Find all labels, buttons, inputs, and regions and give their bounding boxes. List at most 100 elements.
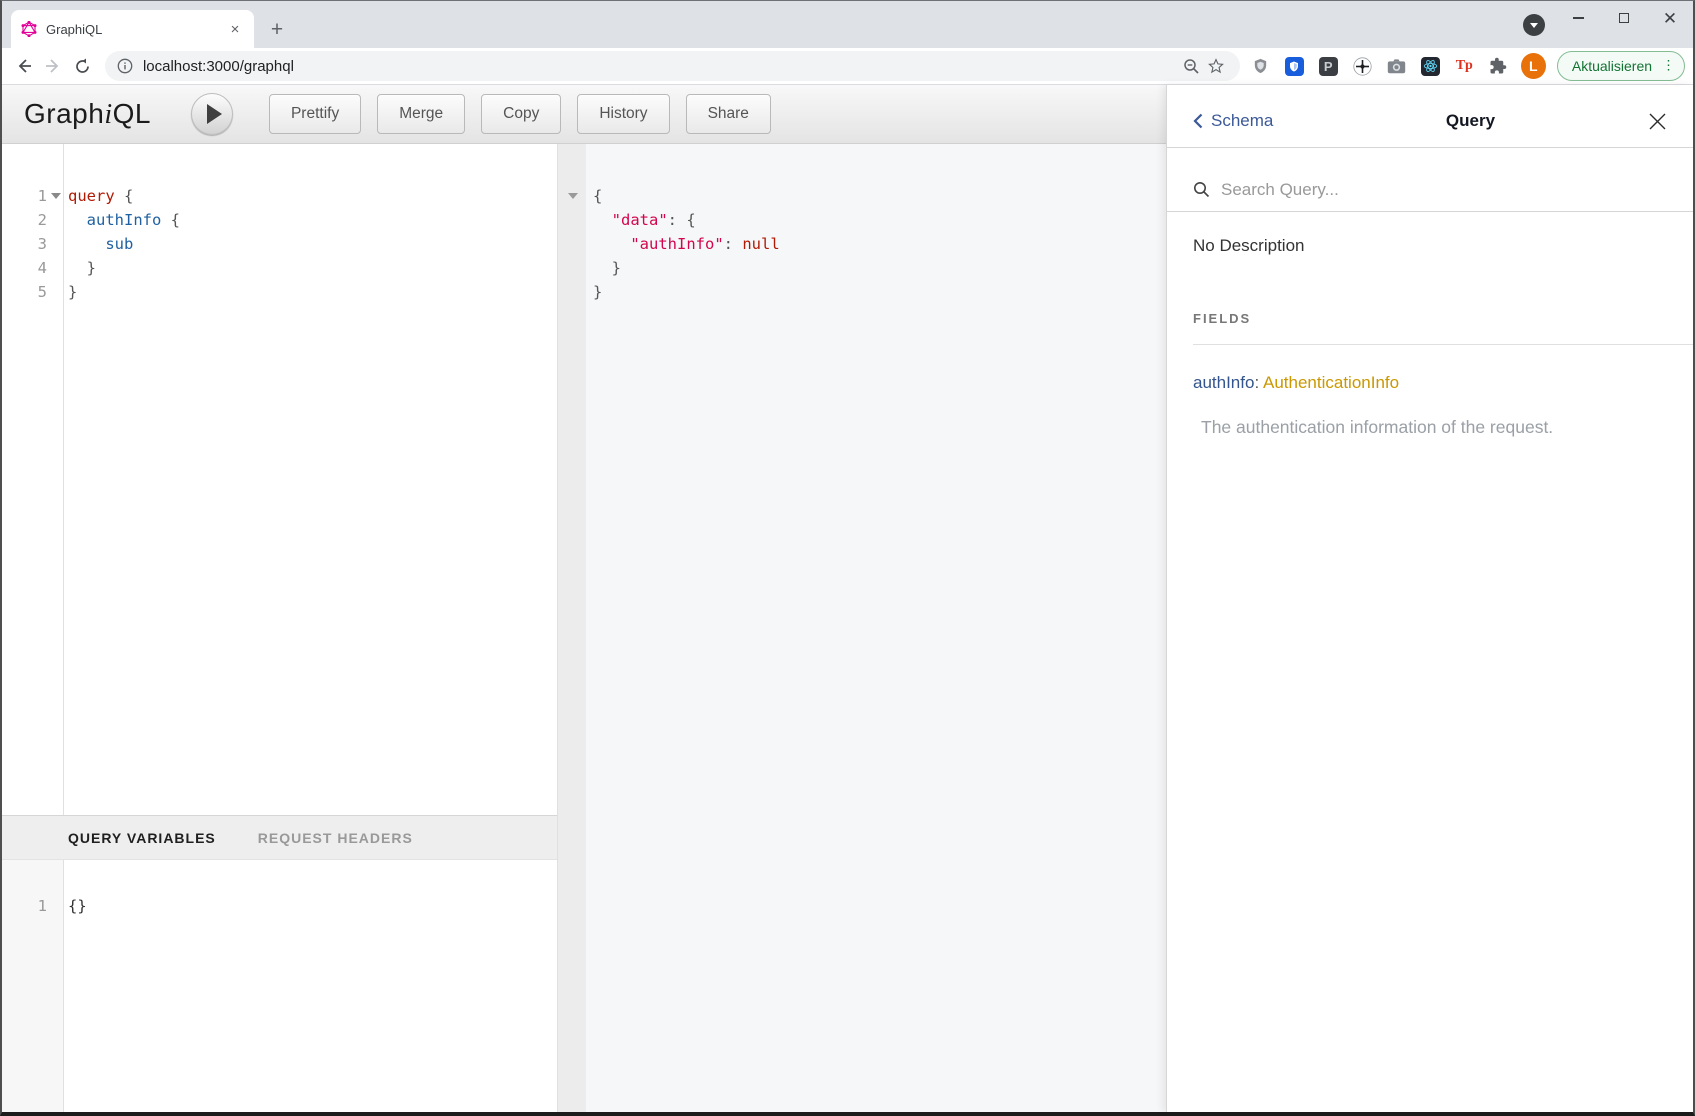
code-line: {} <box>68 894 557 918</box>
field-name-link[interactable]: authInfo <box>1193 373 1254 392</box>
shield-extension-icon[interactable] <box>1250 56 1271 77</box>
toolbar-button-prettify[interactable]: Prettify <box>269 94 361 134</box>
toolbar-button-history[interactable]: History <box>577 94 669 134</box>
close-icon <box>1648 112 1667 131</box>
fields-section: FIELDS authInfo: AuthenticationInfo The … <box>1193 311 1693 438</box>
zoom-button[interactable] <box>1180 54 1204 78</box>
query-editor[interactable]: 12345 query { authInfo { sub }} <box>2 144 557 815</box>
toolbar-button-share[interactable]: Share <box>686 94 771 134</box>
code-line: query { <box>68 184 557 208</box>
query-editor-gutter: 12345 <box>2 144 64 815</box>
result-viewer: { "data": { "authInfo": null }} <box>586 144 1166 1112</box>
doc-back-label: Schema <box>1211 111 1273 131</box>
browser-window: GraphiQL × + ✕ <box>0 0 1695 1116</box>
gutter-line <box>558 280 586 304</box>
doc-explorer-content: No Description FIELDS authInfo: Authenti… <box>1167 212 1693 1112</box>
doc-search-box[interactable] <box>1167 148 1693 212</box>
url-text[interactable]: localhost:3000/graphql <box>143 58 1180 75</box>
fold-arrow-icon[interactable] <box>568 193 578 199</box>
avatar-letter: L <box>1529 58 1538 74</box>
page-info-icon[interactable] <box>117 58 133 74</box>
doc-close-button[interactable] <box>1622 112 1667 131</box>
gutter-line <box>558 208 586 232</box>
code-line: sub <box>68 232 557 256</box>
fold-arrow-icon[interactable] <box>51 193 61 199</box>
forward-arrow-icon <box>44 57 62 75</box>
camera-extension-icon[interactable] <box>1386 56 1407 77</box>
toolbar-buttons: Prettify Merge Copy History Share <box>269 94 771 134</box>
star-icon <box>1207 57 1225 75</box>
update-chrome-label: Aktualisieren <box>1572 58 1652 74</box>
variables-editor[interactable]: 1 {} <box>2 860 557 1112</box>
doc-explorer-title-bar: Schema Query <box>1167 85 1693 148</box>
reload-button[interactable] <box>68 51 97 81</box>
update-chrome-button[interactable]: Aktualisieren ⋮ <box>1557 51 1685 81</box>
extensions-puzzle-icon[interactable] <box>1488 56 1509 77</box>
gutter-line <box>558 256 586 280</box>
minimize-icon <box>1573 17 1584 19</box>
result-pane: { "data": { "authInfo": null }} <box>558 144 1166 1112</box>
variables-editor-gutter: 1 <box>2 860 64 1112</box>
gutter-line: 5 <box>2 280 63 304</box>
type-description: No Description <box>1193 236 1693 256</box>
gutter-line: 2 <box>2 208 63 232</box>
chevron-left-icon <box>1193 113 1203 129</box>
gutter-line: 1 <box>2 184 63 208</box>
doc-title: Query <box>1319 111 1622 131</box>
extensions-row: P <box>1250 56 1509 77</box>
gutter-line: 4 <box>2 256 63 280</box>
variables-editor-code[interactable]: {} <box>64 860 557 1112</box>
gutter-line: 1 <box>2 894 63 918</box>
crosshair-extension-icon[interactable] <box>1352 56 1373 77</box>
minimize-button[interactable] <box>1555 1 1601 35</box>
toolbar-button-merge[interactable]: Merge <box>377 94 465 134</box>
forward-button[interactable] <box>39 51 68 81</box>
back-arrow-icon <box>15 57 33 75</box>
result-fold-gutter <box>558 144 586 1112</box>
reload-icon <box>74 58 91 75</box>
close-window-button[interactable]: ✕ <box>1647 1 1693 35</box>
field-description: The authentication information of the re… <box>1193 417 1693 438</box>
code-line: } <box>593 256 1166 280</box>
react-devtools-extension-icon[interactable] <box>1420 56 1441 77</box>
graphiql-topbar: GraphiQL Prettify Merge Copy History Share <box>2 85 1166 144</box>
p-extension-icon[interactable]: P <box>1318 56 1339 77</box>
browser-tab-graphiql[interactable]: GraphiQL × <box>11 10 254 48</box>
graphiql-logo: GraphiQL <box>24 98 151 131</box>
close-icon: ✕ <box>1663 10 1677 27</box>
tp-extension-icon[interactable]: Tp <box>1454 56 1475 77</box>
new-tab-button[interactable]: + <box>264 17 290 43</box>
tab-close-icon[interactable]: × <box>226 20 244 38</box>
variables-tab-request-headers[interactable]: REQUEST HEADERS <box>258 830 413 846</box>
code-line: { <box>593 184 1166 208</box>
maximize-icon <box>1619 13 1629 23</box>
doc-search-input[interactable] <box>1221 180 1624 200</box>
bookmark-button[interactable] <box>1204 54 1228 78</box>
query-editor-code[interactable]: query { authInfo { sub }} <box>64 144 557 815</box>
tab-strip: GraphiQL × + ✕ <box>2 1 1693 48</box>
gutter-line: 3 <box>2 232 63 256</box>
code-line: } <box>68 280 557 304</box>
code-line: } <box>68 256 557 280</box>
field-type-link[interactable]: AuthenticationInfo <box>1263 373 1399 392</box>
graphql-favicon-icon <box>21 21 37 37</box>
toolbar-button-copy[interactable]: Copy <box>481 94 561 134</box>
back-button[interactable] <box>10 51 39 81</box>
tab-search-button[interactable] <box>1523 14 1545 36</box>
graphiql-app: GraphiQL Prettify Merge Copy History Share 1… <box>2 85 1693 1112</box>
code-line: } <box>593 280 1166 304</box>
execute-query-button[interactable] <box>191 93 233 135</box>
code-line: "data": { <box>593 208 1166 232</box>
address-bar[interactable]: localhost:3000/graphql <box>105 51 1240 81</box>
code-line: authInfo { <box>68 208 557 232</box>
bitwarden-extension-icon[interactable] <box>1284 56 1305 77</box>
maximize-button[interactable] <box>1601 1 1647 35</box>
p-extension-letter: P <box>1324 59 1333 74</box>
query-pane: 12345 query { authInfo { sub }} QUERY VA… <box>2 144 558 1112</box>
doc-back-link[interactable]: Schema <box>1193 111 1319 131</box>
window-controls: ✕ <box>1555 1 1693 35</box>
zoom-magnifier-icon <box>1183 58 1200 75</box>
variables-tab-query-variables[interactable]: QUERY VARIABLES <box>68 830 216 846</box>
browser-menu-icon[interactable]: ⋮ <box>1662 63 1676 68</box>
profile-avatar[interactable]: L <box>1521 53 1546 79</box>
